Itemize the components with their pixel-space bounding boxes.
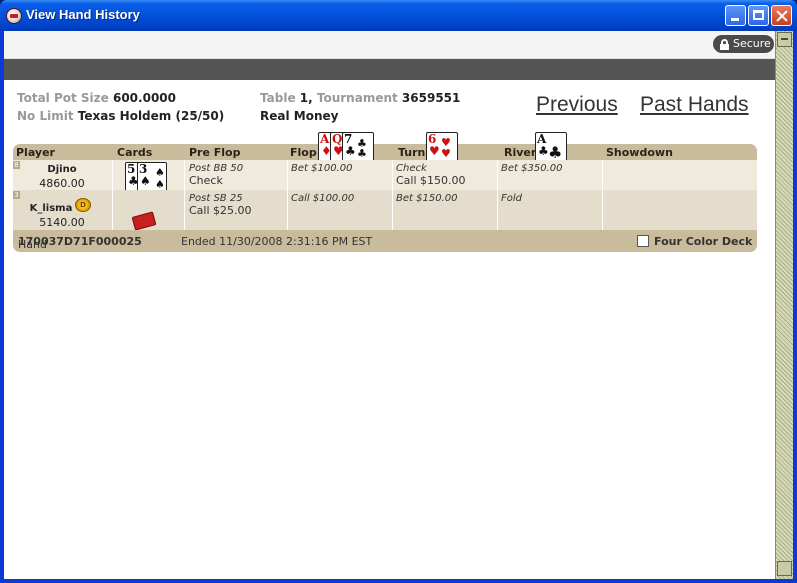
flop-card-3: 7 ♣ ♣ ♣ — [342, 132, 374, 162]
preflop-cell: Post SB 25 Call $25.00 — [185, 190, 288, 230]
table-row: 8 Djino 4860.00 5 ♣ 3 ♠ ♠ ♠ Post BB 50 C… — [13, 160, 757, 192]
past-hands-link[interactable]: Past Hands — [640, 93, 749, 117]
action-italic: Fold — [501, 193, 522, 204]
table-row: 3 K_lisma D 5140.00 Post SB 25 Call $25.… — [13, 190, 757, 230]
table-value: 1, — [299, 91, 313, 105]
player-cell: 3 K_lisma D 5140.00 — [13, 190, 113, 230]
pot-size-value: 600.0000 — [112, 91, 176, 105]
ended-time: Ended 11/30/2008 2:31:16 PM EST — [181, 235, 373, 248]
window-title: View Hand History — [26, 7, 140, 22]
table-line: Table 1, Tournament 3659551 — [260, 91, 460, 105]
top-bar: Secure — [4, 31, 775, 59]
action-italic: Post SB 25 — [189, 193, 243, 204]
four-color-deck-checkbox[interactable] — [637, 235, 649, 247]
minimize-button[interactable] — [725, 5, 746, 26]
game-type-line: No Limit Texas Holdem (25/50) — [17, 109, 224, 123]
action-italic: Bet $150.00 — [396, 193, 458, 204]
player-cell: 8 Djino 4860.00 — [13, 160, 113, 190]
lock-icon — [720, 39, 729, 50]
tournament-value: 3659551 — [401, 91, 461, 105]
preflop-cell: Post BB 50 Check — [185, 160, 288, 190]
limit-label: No Limit — [17, 109, 74, 123]
table-header: Player Cards Pre Flop Flop Turn River Sh… — [13, 144, 757, 160]
secure-label: Secure — [733, 37, 771, 50]
header-river: River — [504, 146, 537, 159]
heart-suit-icon: ♥ — [441, 147, 451, 160]
pot-size-label: Total Pot Size — [17, 91, 109, 105]
turn-cell: Bet $150.00 — [393, 190, 498, 230]
flop-cell: Bet $100.00 — [288, 160, 393, 190]
scroll-down-button[interactable] — [777, 561, 792, 576]
hand-id-line: Hand 170037D71F000025 — [18, 235, 142, 251]
title-bar[interactable]: View Hand History — [0, 0, 797, 31]
club-suit-icon: ♣ — [345, 144, 356, 158]
header-flop: Flop — [290, 146, 317, 159]
poker-chip-icon — [6, 8, 22, 24]
action-plain: Call $25.00 — [189, 204, 252, 217]
cards-cell: 5 ♣ 3 ♠ ♠ ♠ — [113, 160, 185, 192]
action-italic: Bet $350.00 — [501, 163, 563, 174]
action-plain: Check — [189, 174, 223, 187]
flop-cell: Call $100.00 — [288, 190, 393, 230]
turn-card: 6 ♥ ♥ ♥ — [426, 132, 458, 162]
tournament-label: Tournament — [316, 91, 398, 105]
close-button[interactable] — [771, 5, 792, 26]
player-name: Djino — [47, 164, 77, 175]
dark-separator-bar — [4, 59, 775, 80]
action-italic: Call $100.00 — [291, 193, 355, 204]
heart-suit-icon: ♥ — [429, 144, 440, 158]
action-italic: Check — [396, 163, 427, 174]
showdown-cell — [603, 160, 757, 190]
maximize-button[interactable] — [748, 5, 769, 26]
cards-cell — [113, 190, 185, 230]
player-stack: 4860.00 — [39, 177, 85, 190]
seat-number: 3 — [13, 191, 20, 199]
header-showdown: Showdown — [606, 146, 673, 159]
hand-label: Hand — [18, 238, 47, 251]
table-footer: Hand 170037D71F000025 Ended 11/30/2008 2… — [13, 232, 757, 252]
spade-suit-icon: ♠ — [140, 174, 151, 188]
hole-card-2: 3 ♠ ♠ ♠ — [137, 162, 167, 192]
secure-badge: Secure — [713, 35, 774, 53]
action-plain: Call $150.00 — [396, 174, 466, 187]
club-suit-icon: ♣ — [357, 147, 367, 160]
table-label: Table — [260, 91, 296, 105]
river-cell: Bet $350.00 — [498, 160, 603, 190]
previous-link[interactable]: Previous — [536, 93, 618, 117]
hand-history-window: View Hand History Secure Total Pot Size … — [0, 0, 797, 583]
four-color-deck-label[interactable]: Four Color Deck — [654, 235, 752, 248]
header-preflop: Pre Flop — [189, 146, 241, 159]
header-player: Player — [16, 146, 55, 159]
turn-cell: Check Call $150.00 — [393, 160, 498, 190]
river-cell: Fold — [498, 190, 603, 230]
game-value: Texas Holdem — [77, 109, 172, 123]
showdown-cell — [603, 190, 757, 230]
header-cards: Cards — [117, 146, 153, 159]
blinds-value: (25/50) — [175, 109, 225, 123]
money-line: Real Money — [260, 109, 338, 123]
client-area: Secure Total Pot Size 600.0000 No Limit … — [4, 31, 793, 579]
dealer-chip-icon: D — [75, 198, 91, 212]
player-stack: 5140.00 — [39, 216, 85, 229]
money-value: Real Money — [260, 109, 339, 123]
scroll-up-button[interactable] — [777, 32, 792, 47]
action-italic: Bet $100.00 — [291, 163, 353, 174]
hand-history-table: Player Cards Pre Flop Flop Turn River Sh… — [13, 132, 757, 252]
header-turn: Turn — [398, 146, 426, 159]
river-card: A ♣ ♣ — [535, 132, 567, 162]
vertical-scrollbar[interactable] — [775, 31, 793, 579]
pot-size-line: Total Pot Size 600.0000 — [17, 91, 176, 105]
card-back-icon — [131, 211, 157, 230]
action-italic: Post BB 50 — [189, 163, 244, 174]
